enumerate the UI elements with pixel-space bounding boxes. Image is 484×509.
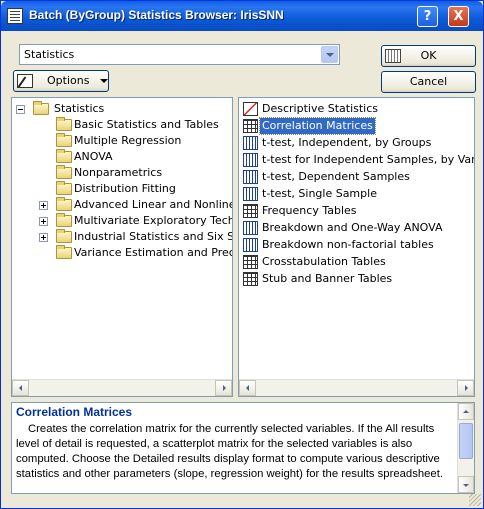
resize-grip-icon[interactable] bbox=[469, 494, 481, 506]
list-item-label: t-test, Independent, by Groups bbox=[262, 136, 432, 149]
list-item-label: Breakdown and One-Way ANOVA bbox=[262, 221, 443, 234]
table-icon bbox=[243, 204, 258, 218]
ok-button-label: OK bbox=[420, 49, 437, 62]
expand-icon[interactable] bbox=[39, 201, 48, 210]
table-icon bbox=[243, 272, 258, 286]
expand-icon[interactable] bbox=[39, 217, 48, 226]
scroll-left-icon[interactable] bbox=[239, 380, 256, 396]
tree-item-label: Industrial Statistics and Six Sigma bbox=[74, 230, 232, 243]
vertical-scrollbar[interactable] bbox=[457, 403, 474, 493]
chevron-down-icon[interactable] bbox=[321, 46, 338, 63]
options-button[interactable]: Options bbox=[13, 70, 109, 92]
scroll-left-icon[interactable] bbox=[12, 380, 29, 396]
spreadsheet-icon bbox=[385, 49, 401, 63]
folder-icon bbox=[56, 229, 72, 243]
list-item-label: t-test, Single Sample bbox=[262, 187, 377, 200]
list-item[interactable]: t-test, Independent, by Groups bbox=[239, 135, 474, 151]
ttest-icon bbox=[243, 136, 258, 150]
tree-item-label: Advanced Linear and Nonlinear M bbox=[74, 198, 232, 211]
list-item-label: Stub and Banner Tables bbox=[262, 272, 393, 285]
ok-button[interactable]: OK bbox=[381, 45, 476, 67]
cancel-button-label: Cancel bbox=[409, 75, 448, 88]
folder-icon bbox=[56, 149, 72, 163]
folder-icon bbox=[56, 197, 72, 211]
horizontal-scrollbar[interactable] bbox=[239, 379, 474, 396]
list-item-label: t-test for Independent Samples, by Varia… bbox=[262, 153, 474, 166]
list-item[interactable]: Breakdown and One-Way ANOVA bbox=[239, 220, 474, 236]
dialog-window: Batch (ByGroup) Statistics Browser: Iris… bbox=[0, 0, 484, 509]
procedure-list[interactable]: Descriptive Statistics Correlation Matri… bbox=[238, 97, 475, 397]
list-item-label: Crosstabulation Tables bbox=[262, 255, 386, 268]
breakdown-icon bbox=[243, 238, 258, 252]
list-item[interactable]: t-test for Independent Samples, by Varia… bbox=[239, 152, 474, 168]
list-item-label: Correlation Matrices bbox=[259, 117, 376, 135]
cancel-button[interactable]: Cancel bbox=[381, 71, 476, 93]
scroll-up-icon[interactable] bbox=[458, 403, 474, 420]
list-item-label: t-test, Dependent Samples bbox=[262, 170, 410, 183]
list-item[interactable]: t-test, Dependent Samples bbox=[239, 169, 474, 185]
horizontal-scrollbar[interactable] bbox=[12, 379, 232, 396]
options-button-label: Options bbox=[47, 74, 90, 87]
chevron-down-icon bbox=[100, 79, 108, 83]
folder-icon bbox=[56, 245, 72, 259]
folder-open-icon bbox=[33, 101, 49, 115]
scroll-thumb[interactable] bbox=[459, 423, 473, 459]
chart-icon bbox=[243, 102, 258, 116]
list-item-selected[interactable]: Correlation Matrices bbox=[239, 117, 474, 135]
list-item-label: Frequency Tables bbox=[262, 204, 357, 217]
scroll-right-icon[interactable] bbox=[215, 380, 232, 396]
folder-icon bbox=[56, 117, 72, 131]
description-text: Creates the correlation matrix for the c… bbox=[16, 423, 443, 480]
window-title: Batch (ByGroup) Statistics Browser: Iris… bbox=[29, 8, 284, 22]
tree-item-label: Nonparametrics bbox=[74, 166, 163, 179]
tree-item-label: ANOVA bbox=[74, 150, 113, 163]
tree-item-label: Multiple Regression bbox=[74, 134, 182, 147]
scroll-right-icon[interactable] bbox=[457, 380, 474, 396]
table-icon bbox=[243, 255, 258, 269]
folder-icon bbox=[56, 165, 72, 179]
tree-item-label: Multivariate Exploratory Techniqu bbox=[74, 214, 233, 227]
category-tree[interactable]: Statistics Basic Statistics and Tables M… bbox=[11, 97, 233, 397]
help-button[interactable]: ? bbox=[417, 6, 438, 27]
category-dropdown-value: Statistics bbox=[24, 48, 75, 61]
list-item-label: Breakdown non-factorial tables bbox=[262, 238, 434, 251]
category-dropdown[interactable]: Statistics bbox=[19, 44, 340, 65]
list-item[interactable]: Frequency Tables bbox=[239, 203, 474, 219]
expand-icon[interactable] bbox=[39, 233, 48, 242]
list-item[interactable]: t-test, Single Sample bbox=[239, 186, 474, 202]
tree-root-label: Statistics bbox=[54, 102, 105, 115]
folder-icon bbox=[56, 181, 72, 195]
ttest-icon bbox=[243, 153, 258, 167]
list-item-label: Descriptive Statistics bbox=[262, 102, 379, 115]
list-item[interactable]: Breakdown non-factorial tables bbox=[239, 237, 474, 253]
tree-item-label: Basic Statistics and Tables bbox=[74, 118, 219, 131]
collapse-icon[interactable] bbox=[16, 105, 25, 114]
tree-item-label: Variance Estimation and Precision bbox=[74, 246, 233, 259]
scroll-down-icon[interactable] bbox=[458, 476, 474, 493]
description-panel: Correlation Matrices Creates the correla… bbox=[11, 402, 475, 494]
folder-icon bbox=[56, 213, 72, 227]
list-item[interactable]: Stub and Banner Tables bbox=[239, 271, 474, 287]
matrix-icon bbox=[243, 119, 258, 133]
title-bar[interactable]: Batch (ByGroup) Statistics Browser: Iris… bbox=[1, 1, 483, 31]
list-item[interactable]: Crosstabulation Tables bbox=[239, 254, 474, 270]
ttest-icon bbox=[243, 187, 258, 201]
description-title: Correlation Matrices bbox=[16, 405, 133, 419]
close-button[interactable]: X bbox=[448, 6, 469, 27]
ttest-icon bbox=[243, 170, 258, 184]
tree-item-label: Distribution Fitting bbox=[74, 182, 176, 195]
list-item[interactable]: Descriptive Statistics bbox=[239, 101, 474, 117]
options-icon bbox=[17, 74, 33, 88]
folder-icon bbox=[56, 133, 72, 147]
app-icon bbox=[7, 8, 23, 24]
breakdown-icon bbox=[243, 221, 258, 235]
